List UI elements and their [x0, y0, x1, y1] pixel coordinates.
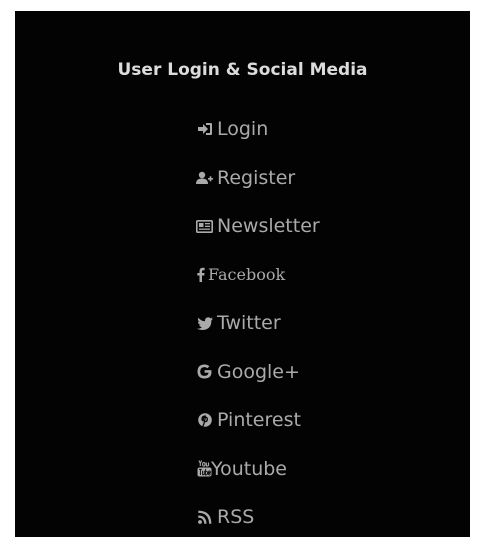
menu-item-pinterest[interactable]: Pinterest: [196, 396, 320, 445]
rss-icon: [196, 507, 213, 527]
menu-item-youtube[interactable]: Youtube: [196, 445, 320, 494]
menu-item-label: Twitter: [217, 312, 281, 335]
facebook-icon: [196, 265, 205, 285]
menu-item-rss[interactable]: RSS: [196, 493, 320, 542]
pinterest-icon: [196, 410, 213, 430]
menu-item-label: Facebook: [208, 265, 286, 285]
menu-item-label: Pinterest: [217, 409, 301, 432]
menu-item-label: Google+: [217, 360, 300, 383]
widget-title: User Login & Social Media: [117, 60, 368, 80]
twitter-icon: [196, 313, 213, 333]
widget-panel: User Login & Social Media Login Register…: [15, 11, 470, 537]
menu-item-facebook[interactable]: Facebook: [196, 251, 320, 300]
menu-item-twitter[interactable]: Twitter: [196, 299, 320, 348]
menu-item-label: Youtube: [211, 457, 287, 480]
newspaper-icon: [196, 216, 213, 236]
sign-in-icon: [196, 119, 213, 139]
menu-item-google-plus[interactable]: Google+: [196, 348, 320, 397]
google-icon: [196, 362, 213, 382]
menu-item-newsletter[interactable]: Newsletter: [196, 202, 320, 251]
menu-item-label: Login: [217, 118, 269, 141]
menu-item-label: Register: [217, 166, 296, 189]
user-plus-icon: [196, 168, 213, 188]
menu-item-login[interactable]: Login: [196, 105, 320, 154]
menu-item-label: RSS: [217, 506, 255, 529]
social-menu: Login Register Newsletter Facebook Twitt…: [196, 105, 320, 542]
menu-item-label: Newsletter: [217, 215, 320, 238]
menu-item-register[interactable]: Register: [196, 154, 320, 203]
